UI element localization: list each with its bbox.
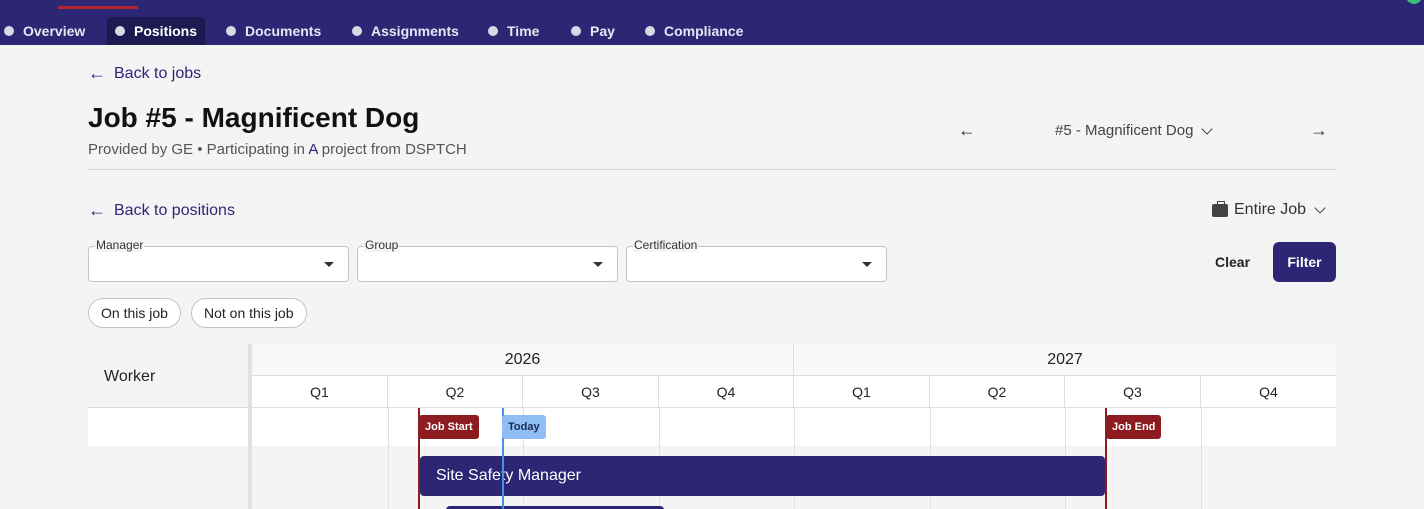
clear-button[interactable]: Clear (1206, 250, 1259, 274)
tab-label: Compliance (664, 23, 744, 39)
chip-not-on-this-job[interactable]: Not on this job (191, 298, 307, 328)
quarter-header: Q1 (252, 376, 388, 408)
manager-select[interactable]: Manager (88, 238, 349, 282)
header-divider (88, 169, 1336, 170)
year-header: 2026 (252, 344, 794, 376)
dot-icon (226, 26, 236, 36)
today-tag: Today (502, 415, 546, 439)
tab-pay[interactable]: Pay (563, 17, 623, 45)
back-to-jobs-link[interactable]: ← Back to jobs (88, 63, 201, 84)
status-dot (1406, 0, 1422, 4)
active-indicator (58, 6, 138, 9)
back-to-positions-label: Back to positions (114, 201, 235, 219)
scope-selector[interactable]: Entire Job (1212, 200, 1326, 219)
group-select[interactable]: Group (357, 238, 618, 282)
tab-label: Documents (245, 23, 322, 39)
quarter-header: Q4 (1259, 384, 1278, 400)
certification-label: Certification (633, 238, 699, 252)
position-bar[interactable]: Site Safety Manager (420, 456, 1105, 496)
tab-assignments[interactable]: Assignments (344, 17, 467, 45)
previous-job-arrow-icon[interactable]: ← (958, 120, 976, 141)
tab-compliance[interactable]: Compliance (637, 17, 751, 45)
chevron-down-icon (1201, 122, 1214, 135)
next-job-arrow-icon[interactable]: → (1310, 120, 1328, 141)
tab-time[interactable]: Time (480, 17, 547, 45)
tab-label: Assignments (371, 23, 459, 39)
briefcase-icon (1212, 200, 1228, 217)
worker-marker-row (88, 408, 248, 446)
certification-select[interactable]: Certification (626, 238, 887, 282)
gridline (1201, 408, 1202, 509)
caret-down-icon (862, 262, 872, 267)
quarter-header: Q4 (659, 376, 794, 408)
arrow-left-icon: ← (88, 200, 106, 220)
back-to-positions-link[interactable]: ← Back to positions (88, 200, 235, 221)
dot-icon (115, 26, 125, 36)
tab-label: Pay (590, 23, 615, 39)
page-title: Job #5 - Magnificent Dog (88, 102, 420, 133)
worker-header-label: Worker (104, 368, 156, 385)
dot-icon (4, 26, 14, 36)
dot-icon (352, 26, 362, 36)
job-selector-value: #5 - Magnificent Dog (1055, 122, 1194, 139)
dot-icon (571, 26, 581, 36)
quarter-header: Q3 (1065, 376, 1201, 408)
caret-down-icon (593, 262, 603, 267)
dot-icon (645, 26, 655, 36)
chevron-down-icon (1314, 202, 1326, 214)
job-subtitle: Provided by GE • Participating in A proj… (88, 141, 467, 158)
quarter-header: Q3 (523, 376, 659, 408)
caret-down-icon (324, 262, 334, 267)
project-suffix-text: project from DSPTCH (317, 141, 467, 158)
gantt-chart: Worker 2026 2027 Q1 Q2 Q3 Q4 Q1 Q2 Q3 Q4… (88, 344, 1336, 509)
provided-by-text: Provided by GE • Participating in (88, 141, 309, 158)
top-nav: Overview Positions Documents Assignments… (0, 0, 1424, 45)
scope-label: Entire Job (1234, 201, 1307, 218)
arrow-left-icon: ← (88, 63, 106, 83)
tab-documents[interactable]: Documents (218, 17, 329, 45)
tab-overview[interactable]: Overview (0, 17, 93, 45)
year-header: 2027 (1047, 351, 1083, 368)
worker-header: Worker (88, 344, 248, 408)
job-end-tag: Job End (1106, 415, 1162, 439)
project-link[interactable]: A (308, 141, 317, 158)
quarter-row: Q1 Q2 Q3 Q4 Q1 Q2 Q3 Q4 (252, 376, 1336, 408)
tab-positions[interactable]: Positions (107, 17, 206, 45)
quarter-header: Q2 (930, 376, 1065, 408)
timeline: 2026 2027 Q1 Q2 Q3 Q4 Q1 Q2 Q3 Q4 Site S… (252, 344, 1336, 509)
chip-on-this-job[interactable]: On this job (88, 298, 181, 328)
quarter-header: Q2 (388, 376, 523, 408)
job-selector[interactable]: #5 - Magnificent Dog (1055, 122, 1214, 139)
back-to-jobs-label: Back to jobs (114, 64, 202, 82)
gridline (388, 408, 389, 509)
year-row: 2026 2027 (252, 344, 1336, 376)
tab-label: Overview (23, 23, 86, 39)
job-start-tag: Job Start (419, 415, 479, 439)
quarter-header: Q1 (794, 376, 930, 408)
tab-label: Positions (134, 23, 198, 39)
manager-label: Manager (95, 238, 145, 252)
dot-icon (488, 26, 498, 36)
group-label: Group (364, 238, 400, 252)
tab-label: Time (507, 23, 540, 39)
filter-button[interactable]: Filter (1273, 242, 1336, 282)
